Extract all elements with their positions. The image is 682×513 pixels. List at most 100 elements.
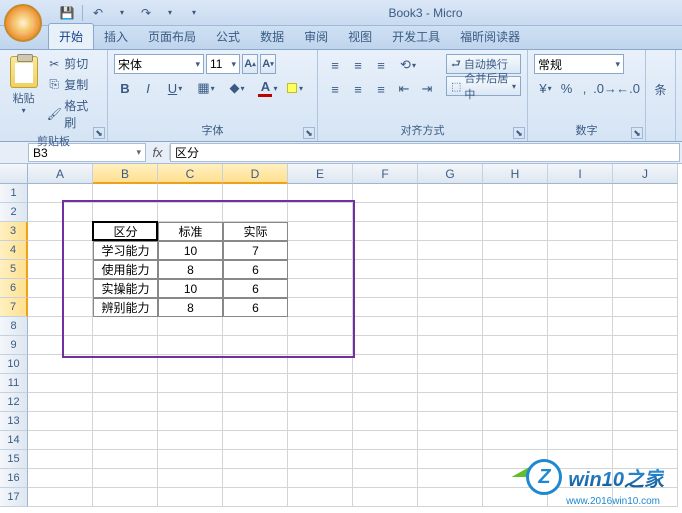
- cell-C5[interactable]: 8: [158, 260, 223, 279]
- tab-data[interactable]: 数据: [250, 24, 294, 49]
- italic-button[interactable]: I: [137, 77, 159, 99]
- row-header-16[interactable]: 16: [0, 469, 28, 488]
- col-header-J[interactable]: J: [613, 164, 678, 184]
- tab-home[interactable]: 开始: [48, 23, 94, 49]
- cell-D4[interactable]: 7: [223, 241, 288, 260]
- undo-dropdown-icon[interactable]: ▾: [113, 4, 131, 22]
- align-center-button[interactable]: ≡: [347, 78, 369, 100]
- cell-C7[interactable]: 8: [158, 298, 223, 317]
- bold-button[interactable]: B: [114, 77, 136, 99]
- underline-button[interactable]: U▾: [160, 77, 190, 99]
- cell-D6[interactable]: 6: [223, 279, 288, 298]
- col-header-D[interactable]: D: [223, 164, 288, 184]
- chevron-down-icon: ▾: [299, 84, 303, 93]
- col-header-H[interactable]: H: [483, 164, 548, 184]
- cell-C4[interactable]: 10: [158, 241, 223, 260]
- tab-formulas[interactable]: 公式: [206, 24, 250, 49]
- tab-developer[interactable]: 开发工具: [382, 24, 450, 49]
- shrink-font-button[interactable]: A▾: [260, 54, 276, 74]
- cell-B4[interactable]: 学习能力: [93, 241, 158, 260]
- cell-B3[interactable]: 区分: [93, 222, 158, 241]
- row-header-17[interactable]: 17: [0, 488, 28, 507]
- row-header-5[interactable]: 5: [0, 260, 28, 279]
- phonetic-button[interactable]: ▾: [284, 77, 306, 99]
- cell-D3[interactable]: 实际: [223, 222, 288, 241]
- col-header-E[interactable]: E: [288, 164, 353, 184]
- align-middle-button[interactable]: ≡: [347, 54, 369, 76]
- row-header-9[interactable]: 9: [0, 336, 28, 355]
- save-icon[interactable]: 💾: [58, 4, 76, 22]
- col-header-F[interactable]: F: [353, 164, 418, 184]
- cut-button[interactable]: ✂ 剪切: [45, 54, 101, 73]
- accounting-format-button[interactable]: ¥▾: [534, 77, 557, 99]
- row-header-2[interactable]: 2: [0, 203, 28, 222]
- number-format-combo[interactable]: 常规▾: [534, 54, 624, 74]
- tab-insert[interactable]: 插入: [94, 24, 138, 49]
- row-header-10[interactable]: 10: [0, 355, 28, 374]
- tab-page-layout[interactable]: 页面布局: [138, 24, 206, 49]
- row-header-1[interactable]: 1: [0, 184, 28, 203]
- cell-D7[interactable]: 6: [223, 298, 288, 317]
- col-header-I[interactable]: I: [548, 164, 613, 184]
- font-dialog-launcher[interactable]: ⬊: [303, 127, 315, 139]
- worksheet-grid[interactable]: A B C D E F G H I J 1 2 3 4 5 6 7 8 9 10…: [0, 164, 682, 513]
- cell-C3[interactable]: 标准: [158, 222, 223, 241]
- align-bottom-button[interactable]: ≡: [370, 54, 392, 76]
- grow-font-button[interactable]: A▴: [242, 54, 258, 74]
- undo-icon[interactable]: ↶: [89, 4, 107, 22]
- redo-icon[interactable]: ↷: [137, 4, 155, 22]
- cell-B5[interactable]: 使用能力: [93, 260, 158, 279]
- row-header-13[interactable]: 13: [0, 412, 28, 431]
- decrease-indent-button[interactable]: ⇤: [393, 78, 415, 100]
- col-header-B[interactable]: B: [93, 164, 158, 184]
- cell-D5[interactable]: 6: [223, 260, 288, 279]
- row-header-8[interactable]: 8: [0, 317, 28, 336]
- percent-button[interactable]: %: [558, 77, 575, 99]
- redo-dropdown-icon[interactable]: ▾: [161, 4, 179, 22]
- row-header-4[interactable]: 4: [0, 241, 28, 260]
- decrease-decimal-button[interactable]: ←.0: [617, 77, 639, 99]
- row-header-14[interactable]: 14: [0, 431, 28, 450]
- fx-button[interactable]: fx: [146, 145, 170, 160]
- tab-foxit[interactable]: 福昕阅读器: [450, 24, 530, 49]
- office-button[interactable]: [4, 4, 42, 42]
- tab-view[interactable]: 视图: [338, 24, 382, 49]
- row-header-11[interactable]: 11: [0, 374, 28, 393]
- merge-center-button[interactable]: ⬚ 合并后居中 ▾: [446, 76, 521, 96]
- increase-indent-button[interactable]: ⇥: [416, 78, 438, 100]
- row-header-15[interactable]: 15: [0, 450, 28, 469]
- select-all-corner[interactable]: [0, 164, 28, 184]
- cell-B6[interactable]: 实操能力: [93, 279, 158, 298]
- cell-C6[interactable]: 10: [158, 279, 223, 298]
- comma-button[interactable]: ,: [576, 77, 593, 99]
- orientation-button[interactable]: ⟲▾: [393, 54, 423, 76]
- more-icon[interactable]: 条: [652, 54, 669, 125]
- formula-bar[interactable]: 区分: [170, 143, 680, 162]
- paste-button[interactable]: 粘贴 ▾: [6, 54, 41, 132]
- qat-customize-icon[interactable]: ▾: [185, 4, 203, 22]
- row-header-12[interactable]: 12: [0, 393, 28, 412]
- align-top-button[interactable]: ≡: [324, 54, 346, 76]
- fill-color-button[interactable]: ◆▾: [222, 77, 252, 99]
- col-header-C[interactable]: C: [158, 164, 223, 184]
- increase-decimal-button[interactable]: .0→: [594, 77, 616, 99]
- clipboard-dialog-launcher[interactable]: ⬊: [93, 127, 105, 139]
- align-left-button[interactable]: ≡: [324, 78, 346, 100]
- font-color-button[interactable]: A▾: [253, 77, 283, 99]
- row-header-7[interactable]: 7: [0, 298, 28, 317]
- col-header-G[interactable]: G: [418, 164, 483, 184]
- tab-review[interactable]: 审阅: [294, 24, 338, 49]
- col-header-A[interactable]: A: [28, 164, 93, 184]
- row-header-6[interactable]: 6: [0, 279, 28, 298]
- number-dialog-launcher[interactable]: ⬊: [631, 127, 643, 139]
- cell-B7[interactable]: 辨别能力: [93, 298, 158, 317]
- borders-button[interactable]: ▦▾: [191, 77, 221, 99]
- align-right-button[interactable]: ≡: [370, 78, 392, 100]
- font-name-combo[interactable]: 宋体▾: [114, 54, 204, 74]
- alignment-dialog-launcher[interactable]: ⬊: [513, 127, 525, 139]
- font-size-combo[interactable]: 11▾: [206, 54, 240, 74]
- row-header-3[interactable]: 3: [0, 222, 28, 241]
- watermark-win10-url: www.2016win10.com: [566, 496, 660, 507]
- copy-button[interactable]: ⎘ 复制: [45, 75, 101, 94]
- group-label-font: 字体: [114, 121, 311, 139]
